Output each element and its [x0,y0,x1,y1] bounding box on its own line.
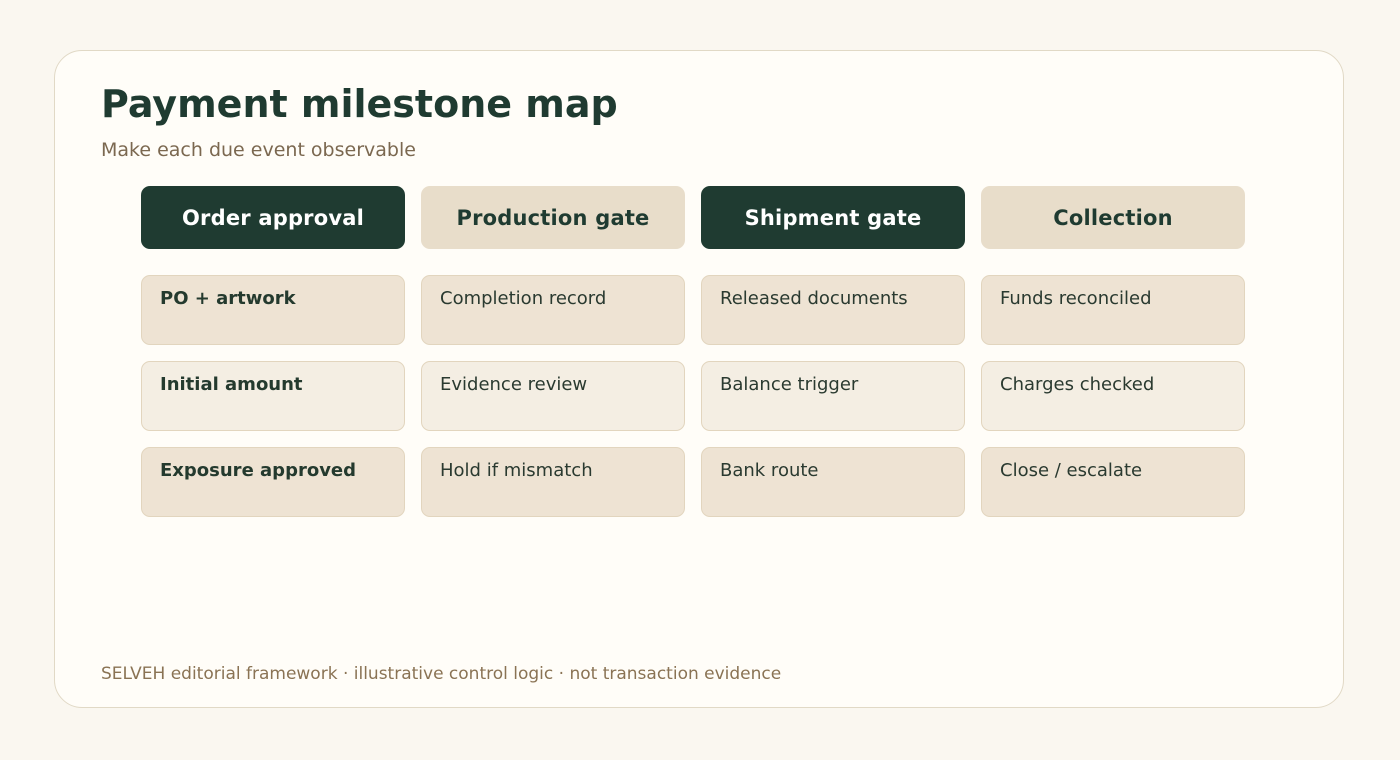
milestone-cell: PO + artwork [141,275,405,345]
page-title: Payment milestone map [101,82,618,126]
column-header-collection: Collection [981,186,1245,249]
column-header-production-gate: Production gate [421,186,685,249]
milestone-cell: Balance trigger [701,361,965,431]
column-header-order-approval: Order approval [141,186,405,249]
milestone-map-card: Payment milestone map Make each due even… [54,50,1344,708]
milestone-cell: Bank route [701,447,965,517]
footer-note: SELVEH editorial framework · illustrativ… [101,664,782,684]
milestone-cell: Funds reconciled [981,275,1245,345]
column-collection: Collection Funds reconciled Charges chec… [981,186,1245,533]
column-shipment-gate: Shipment gate Released documents Balance… [701,186,965,533]
page-subtitle: Make each due event observable [101,139,416,161]
milestone-cell: Exposure approved [141,447,405,517]
milestone-cell: Hold if mismatch [421,447,685,517]
milestone-cell: Initial amount [141,361,405,431]
milestone-cell: Charges checked [981,361,1245,431]
milestone-cell: Released documents [701,275,965,345]
column-order-approval: Order approval PO + artwork Initial amou… [141,186,405,533]
milestone-cell: Completion record [421,275,685,345]
milestone-cell: Close / escalate [981,447,1245,517]
column-production-gate: Production gate Completion record Eviden… [421,186,685,533]
milestone-grid: Order approval PO + artwork Initial amou… [141,186,1245,533]
column-header-shipment-gate: Shipment gate [701,186,965,249]
milestone-cell: Evidence review [421,361,685,431]
